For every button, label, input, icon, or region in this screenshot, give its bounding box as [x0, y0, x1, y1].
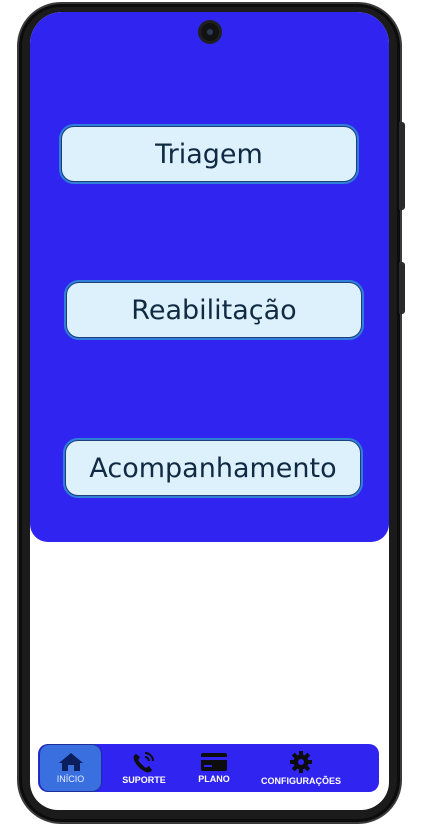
front-camera [198, 20, 222, 44]
home-icon [58, 752, 84, 772]
volume-button [399, 122, 405, 210]
hero-panel: Triagem Reabilitação Acompanhamento [30, 12, 389, 542]
reabilitacao-button[interactable]: Reabilitação [64, 280, 364, 340]
nav-item-suporte[interactable]: SUPORTE [116, 744, 172, 792]
acompanhamento-button[interactable]: Acompanhamento [63, 438, 363, 498]
bottom-navigation: INÍCIO SUPORTE PLANO CONFIGURAÇÕES [38, 744, 379, 792]
credit-card-icon [200, 752, 228, 772]
nav-label-plano: PLANO [198, 774, 230, 784]
nav-item-plano[interactable]: PLANO [192, 744, 236, 792]
nav-label-configuracoes: CONFIGURAÇÕES [260, 776, 341, 786]
nav-item-configuracoes[interactable]: CONFIGURAÇÕES [254, 744, 348, 792]
power-button [399, 262, 405, 314]
nav-item-inicio[interactable]: INÍCIO [39, 744, 102, 792]
nav-label-suporte: SUPORTE [122, 775, 166, 785]
nav-label-inicio: INÍCIO [56, 774, 85, 784]
triagem-button[interactable]: Triagem [59, 124, 359, 184]
app-screen: Triagem Reabilitação Acompanhamento INÍC… [30, 12, 389, 810]
gear-icon [289, 750, 313, 774]
phone-call-icon [131, 751, 157, 773]
